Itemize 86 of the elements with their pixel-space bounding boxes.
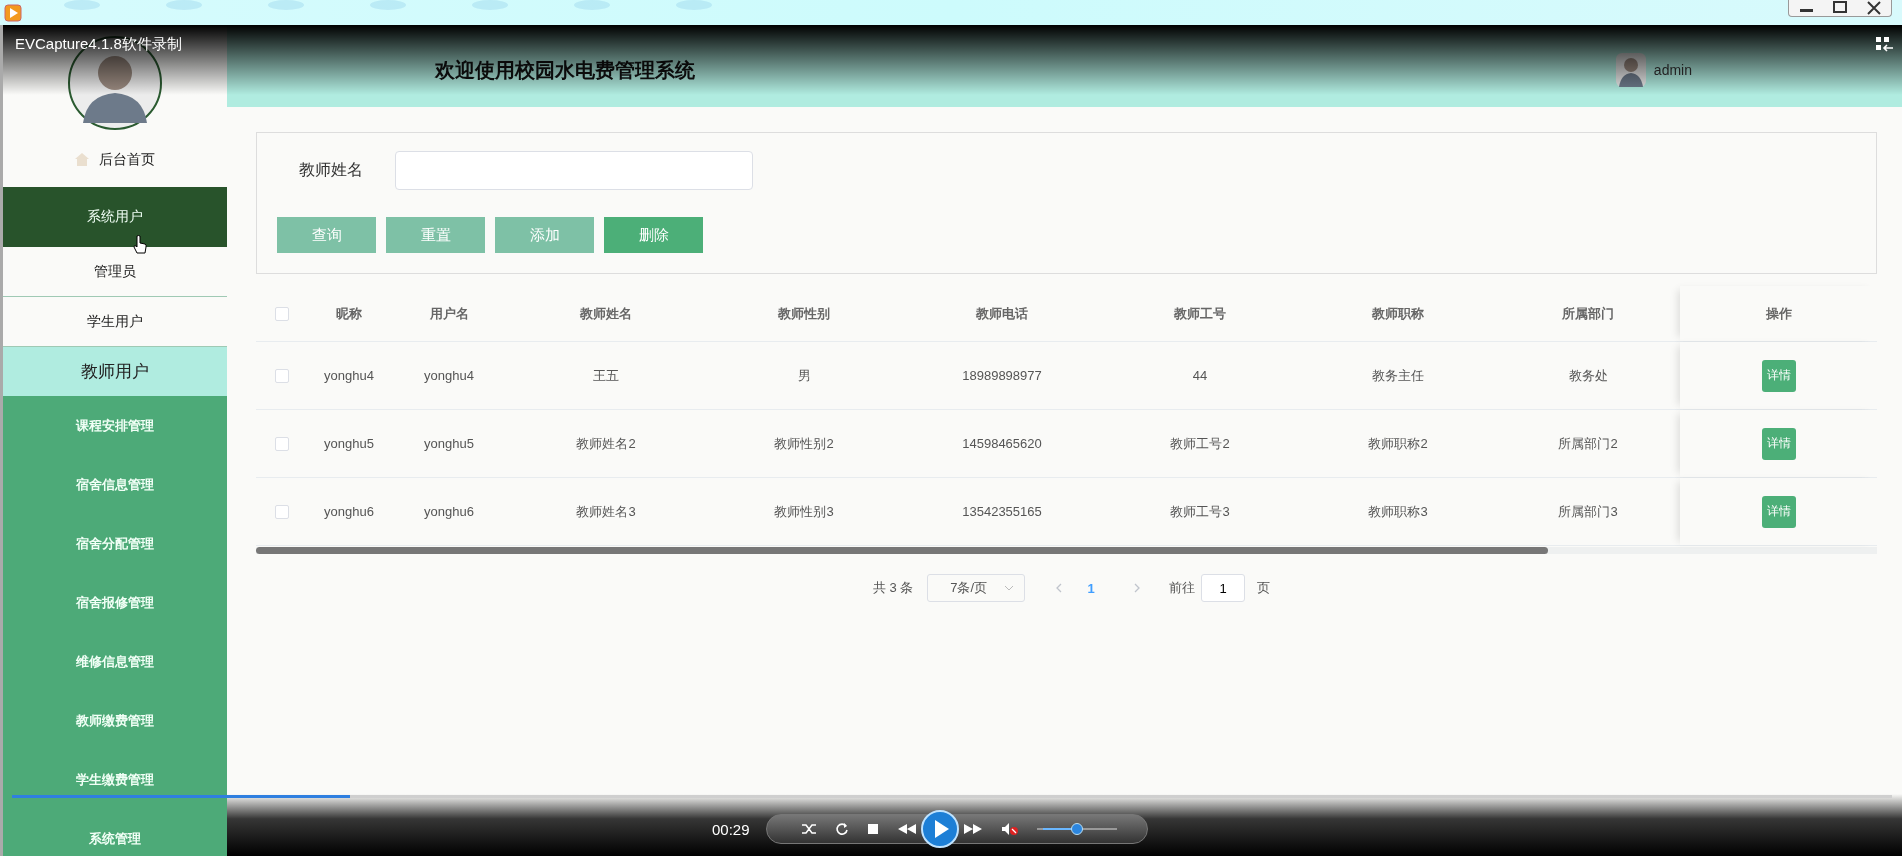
column-header: 教师性别	[778, 304, 830, 323]
table-cell: yonghu6	[324, 504, 374, 519]
table-cell: 13542355165	[962, 504, 1042, 519]
table-cell: 教师工号3	[1170, 502, 1230, 521]
page-title: 欢迎使用校园水电费管理系统	[435, 57, 695, 83]
table-cell: 14598465620	[962, 436, 1042, 451]
page-size-select[interactable]: 7条/页	[927, 574, 1026, 602]
table-cell: 男	[797, 366, 811, 385]
table-cell: 所属部门2	[1558, 434, 1618, 453]
sidebar-menu-item[interactable]: 维修信息管理	[3, 632, 227, 691]
table-cell: 教务主任	[1372, 366, 1424, 385]
home-menu-item[interactable]: 后台首页	[3, 132, 227, 187]
progress-bar[interactable]	[12, 795, 1892, 798]
details-button[interactable]: 详情	[1761, 427, 1796, 460]
previous-page-icon[interactable]	[1055, 583, 1064, 593]
action-button[interactable]: 查询	[277, 217, 376, 253]
search-field[interactable]	[395, 151, 753, 190]
shuffle-icon[interactable]	[801, 822, 817, 836]
sidebar-menu-item[interactable]: 学生缴费管理	[3, 750, 227, 809]
table-cell: 教师姓名2	[576, 434, 636, 453]
submenu-item[interactable]: 教师用户	[3, 347, 227, 396]
sidebar-menu-item[interactable]: 系统用户	[3, 187, 227, 247]
checkbox[interactable]	[275, 436, 289, 451]
play-icon[interactable]	[921, 810, 959, 848]
user-avatar	[1615, 53, 1646, 87]
page-suffix: 页	[1257, 579, 1271, 597]
column-header: 教师电话	[976, 304, 1028, 323]
action-button[interactable]: 重置	[386, 217, 485, 253]
sidebar-menu-item[interactable]: 宿舍信息管理	[3, 455, 227, 514]
recording-title: EVCapture4.1.8软件录制	[15, 35, 182, 54]
table-cell: yonghu5	[324, 436, 374, 451]
page-input[interactable]: 1	[1201, 574, 1246, 602]
table-cell: 44	[1192, 368, 1208, 383]
checkbox[interactable]	[275, 306, 289, 321]
submenu-item[interactable]: 管理员	[3, 247, 227, 297]
app-icon[interactable]	[4, 3, 22, 22]
table-cell: yonghu6	[424, 504, 474, 519]
username: admin	[1653, 62, 1692, 78]
column-header: 用户名	[429, 304, 469, 323]
volume-icon[interactable]	[1001, 822, 1019, 836]
column-header: 教师工号	[1174, 304, 1226, 323]
table-cell: 18989898977	[962, 368, 1042, 383]
table-cell: 教师姓名3	[576, 502, 636, 521]
sidebar-menu-item[interactable]: 宿舍分配管理	[3, 514, 227, 573]
submenu-item[interactable]: 学生用户	[3, 297, 227, 347]
details-button[interactable]: 详情	[1761, 359, 1796, 392]
action-button[interactable]: 删除	[604, 217, 703, 253]
page-number[interactable]: 1	[1079, 580, 1104, 596]
horizontal-scrollbar[interactable]	[256, 547, 1877, 554]
sidebar-menu-item[interactable]: 系统管理	[3, 809, 227, 856]
table-cell: 王五	[593, 366, 619, 385]
next-page-icon[interactable]	[1133, 583, 1142, 593]
table-cell: 教务处	[1568, 366, 1608, 385]
sidebar-menu-item[interactable]: 课程安排管理	[3, 396, 227, 455]
exit-fullscreen-icon[interactable]	[1876, 37, 1894, 53]
hand-cursor-icon	[133, 235, 147, 255]
home-icon	[75, 153, 89, 166]
table-cell: 教师工号2	[1170, 434, 1230, 453]
table-cell: yonghu5	[424, 436, 474, 451]
stop-icon[interactable]	[867, 823, 879, 835]
sidebar-menu-item[interactable]: 教师缴费管理	[3, 691, 227, 750]
rewind-icon[interactable]	[897, 823, 917, 835]
fast-forward-icon[interactable]	[963, 823, 983, 835]
goto-label: 前往	[1169, 579, 1196, 597]
table-cell: 教师职称3	[1368, 502, 1428, 521]
field-label: 教师姓名	[299, 160, 363, 180]
sidebar-menu-item[interactable]: 宿舍报修管理	[3, 573, 227, 632]
playback-time: 00:29	[712, 820, 751, 838]
action-button[interactable]: 添加	[495, 217, 594, 253]
table-cell: 教师性别3	[774, 502, 834, 521]
table-cell: 教师性别2	[774, 434, 834, 453]
checkbox[interactable]	[275, 504, 289, 519]
column-header: 教师职称	[1372, 304, 1424, 323]
repeat-icon[interactable]	[835, 822, 849, 836]
total-count: 共 3 条	[872, 579, 914, 597]
table-cell: yonghu4	[324, 368, 374, 383]
table-cell: 所属部门3	[1558, 502, 1618, 521]
details-button[interactable]: 详情	[1761, 495, 1796, 528]
table-cell: yonghu4	[424, 368, 474, 383]
column-header: 所属部门	[1562, 304, 1614, 323]
checkbox[interactable]	[275, 368, 289, 383]
column-header: 教师姓名	[580, 304, 632, 323]
chevron-down-icon	[1004, 585, 1015, 591]
column-header: 操作	[1765, 304, 1792, 323]
column-header: 昵称	[336, 304, 362, 323]
table-cell: 教师职称2	[1368, 434, 1428, 453]
